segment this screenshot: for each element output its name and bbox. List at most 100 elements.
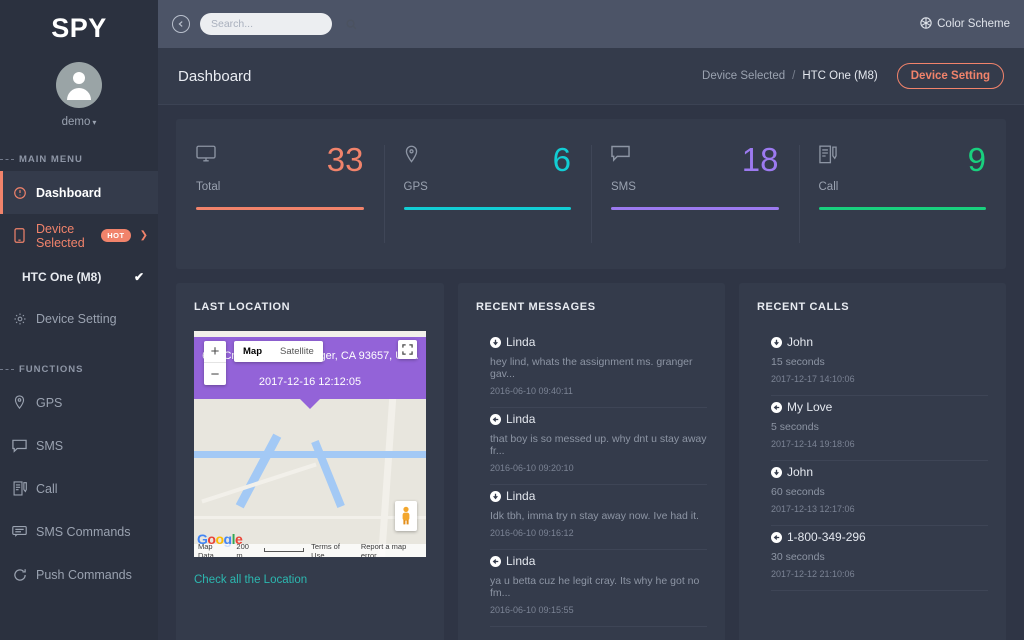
check-all-location-link[interactable]: Check all the Location — [194, 574, 307, 586]
call-timestamp: 2017-12-14 19:18:06 — [771, 439, 988, 449]
status-badge-hot: HOT — [101, 229, 130, 242]
sidebar-item-label: SMS Commands — [36, 525, 130, 539]
message-preview: Idk tbh, imma try n stay away now. Ive h… — [490, 510, 707, 522]
list-item[interactable]: John 15 seconds 2017-12-17 14:10:06 — [771, 331, 988, 396]
panel-recent-messages: RECENT MESSAGES Linda hey lind, whats th… — [458, 283, 725, 640]
palette-icon — [920, 17, 932, 32]
section-label-functions: FUNCTIONS — [0, 364, 158, 375]
call-log-icon — [12, 481, 27, 496]
call-log-icon — [819, 145, 837, 164]
fullscreen-icon[interactable] — [398, 340, 417, 359]
breadcrumb-root[interactable]: Device Selected — [702, 70, 785, 82]
arrow-left-circle-icon — [771, 532, 782, 543]
message-timestamp: 2016-06-10 09:20:10 — [490, 463, 707, 473]
scale-bar — [264, 548, 305, 552]
search-input[interactable] — [211, 18, 346, 30]
list-item[interactable]: John 60 seconds 2017-12-13 12:17:06 — [771, 461, 988, 526]
message-preview: hey lind, whats the assignment ms. grang… — [490, 356, 707, 380]
arrow-down-circle-icon — [490, 491, 501, 502]
section-label-main: MAIN MENU — [0, 154, 158, 165]
stat-label: SMS — [611, 181, 779, 193]
zoom-in-button[interactable]: + — [204, 341, 226, 363]
map-pin-icon — [12, 395, 27, 410]
chat-bubble-icon — [611, 145, 630, 163]
contact-name: Linda — [506, 554, 535, 568]
collapse-left-icon[interactable] — [172, 15, 190, 33]
stat-label: GPS — [404, 181, 572, 193]
message-timestamp: 2016-06-10 09:40:11 — [490, 386, 707, 396]
app-root: SPY demo▾ MAIN MENU Dashboard Device Sel… — [0, 0, 1024, 640]
list-item[interactable]: Linda ya u betta cuz he legit cray. Its … — [490, 550, 707, 627]
attribution-mapdata: Map Data — [198, 542, 229, 558]
attribution-report[interactable]: Report a map error — [361, 542, 422, 558]
list-item[interactable]: My Love 5 seconds 2017-12-14 19:18:06 — [771, 396, 988, 461]
breadcrumb-separator: / — [792, 70, 795, 82]
sidebar-item-label: GPS — [36, 396, 62, 410]
color-scheme-button[interactable]: Color Scheme — [920, 17, 1010, 32]
contact-name: Linda — [506, 412, 535, 426]
dash-decoration — [0, 159, 14, 160]
sidebar-item-push-commands[interactable]: Push Commands — [0, 553, 158, 596]
search-icon[interactable] — [346, 19, 357, 30]
stat-value: 18 — [742, 145, 779, 175]
content-area: 33 Total 6 GPS — [158, 105, 1024, 640]
sidebar-subitem-htc-one-m8[interactable]: HTC One (M8) ✔ — [0, 257, 158, 297]
stat-progress-bar — [196, 207, 364, 210]
message-timestamp: 2016-06-10 09:15:55 — [490, 605, 707, 615]
stat-value: 6 — [553, 145, 571, 175]
refresh-icon — [12, 567, 27, 582]
sidebar-item-dashboard[interactable]: Dashboard — [0, 171, 158, 214]
map-type-satellite[interactable]: Satellite — [271, 341, 323, 362]
arrow-down-circle-icon — [771, 467, 782, 478]
call-timestamp: 2017-12-12 21:10:06 — [771, 569, 988, 579]
list-item[interactable]: Linda Idk tbh, imma try n stay away now.… — [490, 485, 707, 550]
map-zoom-controls[interactable]: + − — [204, 341, 226, 385]
map-type-switcher[interactable]: Map Satellite — [234, 341, 323, 362]
stat-value: 33 — [327, 145, 364, 175]
message-timestamp: 2016-06-10 09:16:12 — [490, 528, 707, 538]
list-item[interactable]: 1-800-349-296 30 seconds 2017-12-12 21:1… — [771, 526, 988, 591]
contact-name: Linda — [506, 335, 535, 349]
call-timestamp: 2017-12-13 12:17:06 — [771, 504, 988, 514]
list-item[interactable]: Linda hey lind, whats the assignment ms.… — [490, 331, 707, 408]
panels-row: LAST LOCATION + − — [176, 283, 1006, 640]
map-pin-icon — [404, 145, 419, 164]
map-attribution: Map Data 200 m Terms of Use Report a map… — [194, 544, 426, 557]
user-menu[interactable]: demo▾ — [0, 116, 158, 128]
attribution-terms[interactable]: Terms of Use — [311, 542, 354, 558]
monitor-icon — [196, 145, 216, 163]
panel-last-location: LAST LOCATION + − — [176, 283, 444, 640]
zoom-out-button[interactable]: − — [204, 363, 226, 385]
sidebar-item-device-selected[interactable]: Device Selected HOT ❯ — [0, 214, 158, 257]
sidebar-item-sms-commands[interactable]: SMS Commands — [0, 510, 158, 553]
search-box[interactable] — [200, 13, 332, 35]
map-view[interactable]: + − Map Satellite 630 Croydon Drive, San… — [194, 331, 426, 557]
call-duration: 30 seconds — [771, 551, 988, 563]
call-duration: 5 seconds — [771, 421, 988, 433]
stat-label: Total — [196, 181, 364, 193]
contact-name: 1-800-349-296 — [787, 530, 866, 544]
breadcrumb-current: HTC One (M8) — [802, 70, 877, 82]
attribution-scale: 200 m — [236, 542, 256, 558]
call-timestamp: 2017-12-17 14:10:06 — [771, 374, 988, 384]
sidebar-item-call[interactable]: Call — [0, 467, 158, 510]
street-view-pegman-icon[interactable] — [395, 501, 417, 531]
user-name: demo — [62, 116, 91, 128]
sidebar-item-label: Device Selected — [36, 222, 89, 250]
contact-name: My Love — [787, 400, 832, 414]
calls-list: John 15 seconds 2017-12-17 14:10:06 My L… — [757, 331, 988, 591]
call-duration: 15 seconds — [771, 356, 988, 368]
stat-progress-bar — [819, 207, 987, 210]
brand-logo: SPY — [0, 0, 158, 56]
map-type-map[interactable]: Map — [234, 341, 271, 362]
messages-list: Linda hey lind, whats the assignment ms.… — [476, 331, 707, 627]
check-icon: ✔ — [134, 270, 144, 284]
stat-progress-bar — [404, 207, 572, 210]
sidebar-item-gps[interactable]: GPS — [0, 381, 158, 424]
sidebar-item-sms[interactable]: SMS — [0, 424, 158, 467]
sidebar-item-device-setting[interactable]: Device Setting — [0, 297, 158, 340]
list-item[interactable]: Linda that boy is so messed up. why dnt … — [490, 408, 707, 485]
sidebar-item-label: Device Setting — [36, 312, 117, 326]
tooltip-tail — [300, 399, 320, 409]
device-setting-button[interactable]: Device Setting — [897, 63, 1004, 89]
